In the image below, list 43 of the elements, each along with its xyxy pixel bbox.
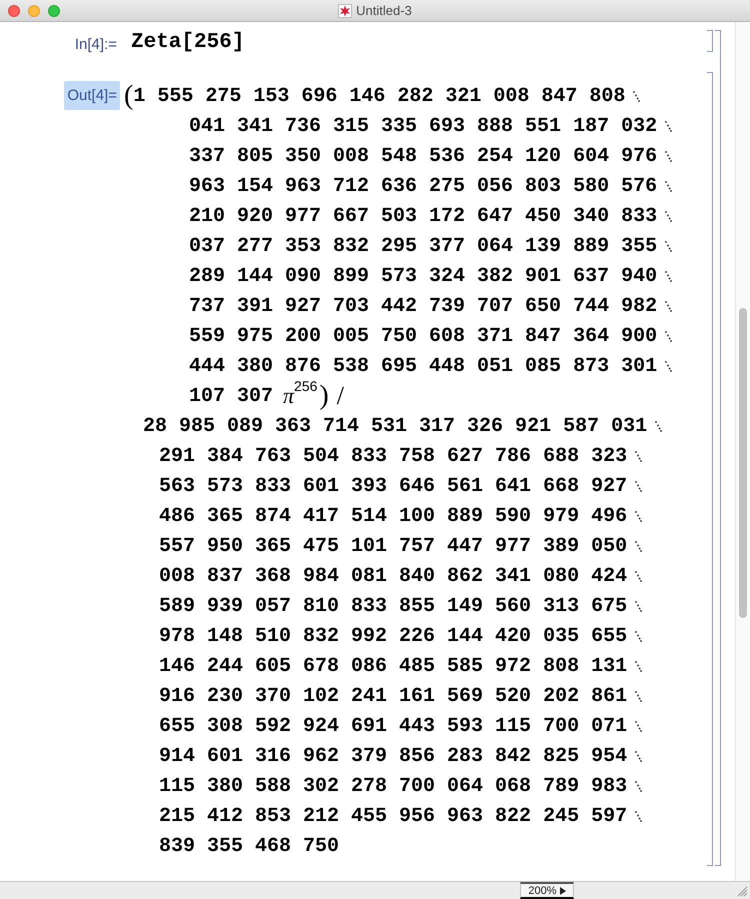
numerator-line: 559 975 200 005 750 608 371 847 364 900 [189,324,658,348]
numerator-tail: 107 307 [189,384,274,408]
denominator-line: 914 601 316 962 379 856 283 842 825 954 [159,744,628,768]
open-paren: ( [124,80,134,112]
input-code[interactable]: Zeta[256] [124,31,244,54]
dropdown-icon [560,886,566,894]
denominator-line: 655 308 592 924 691 443 593 115 700 071 [159,714,628,738]
denominator-line: 563 573 833 601 393 646 561 641 668 927 [159,474,628,498]
numerator-line: 444 380 876 538 695 448 051 085 873 301 [189,354,658,378]
numerator-line: 737 391 927 703 442 739 707 650 744 982 [189,294,658,318]
denominator-line: 28 985 089 363 714 531 317 326 921 587 031 [143,414,648,438]
close-paren: ) [319,380,329,412]
denominator-line: 978 148 510 832 992 226 144 420 035 655 [159,624,628,648]
minimize-button[interactable] [28,4,40,16]
zoom-menu[interactable]: 200% [520,882,574,899]
pi-symbol: π [283,383,294,409]
numerator-line: 289 144 090 899 573 324 382 901 637 940 [189,264,658,288]
numerator-line: 337 805 350 008 548 536 254 120 604 976 [189,144,658,168]
denominator-line: 008 837 368 984 081 840 862 341 080 424 [159,564,628,588]
numerator-line: 210 920 977 667 503 172 647 450 340 833 [189,204,658,228]
numerator-line: 041 341 736 315 335 693 888 551 187 032 [189,114,658,138]
window-title: Untitled-3 [356,3,412,18]
denominator-line: 146 244 605 678 086 485 585 972 808 131 [159,654,628,678]
numerator-line: 1 555 275 153 696 146 282 321 008 847 808 [133,84,626,108]
resize-grip-icon[interactable] [737,886,748,897]
output-label[interactable]: Out[4]= [64,81,120,110]
denominator-line: 839 355 468 750 [159,834,340,858]
denominator-line: 557 950 365 475 101 757 447 977 389 050 [159,534,628,558]
denominator-line: 916 230 370 102 241 161 569 520 202 861 [159,684,628,708]
denominator-line: 486 365 874 417 514 100 889 590 979 496 [159,504,628,528]
numerator-line: 037 277 353 832 295 377 064 139 889 355 [189,234,658,258]
zoom-button[interactable] [48,4,60,16]
division-slash: / [336,381,344,411]
denominator-line: 215 412 853 212 455 956 963 822 245 597 [159,804,628,828]
denominator-line: 589 939 057 810 833 855 149 560 313 675 [159,594,628,618]
starburst-icon [338,4,352,18]
numerator-line: 963 154 963 712 636 275 056 803 580 576 [189,174,658,198]
close-button[interactable] [8,4,20,16]
scrollbar-thumb[interactable] [739,308,747,618]
exponent: 256 [294,378,318,394]
denominator-line: 115 380 588 302 278 700 064 068 789 983 [159,774,628,798]
input-label[interactable]: In[4]:= [72,30,120,59]
denominator-line: 291 384 763 504 833 758 627 786 688 323 [159,444,628,468]
